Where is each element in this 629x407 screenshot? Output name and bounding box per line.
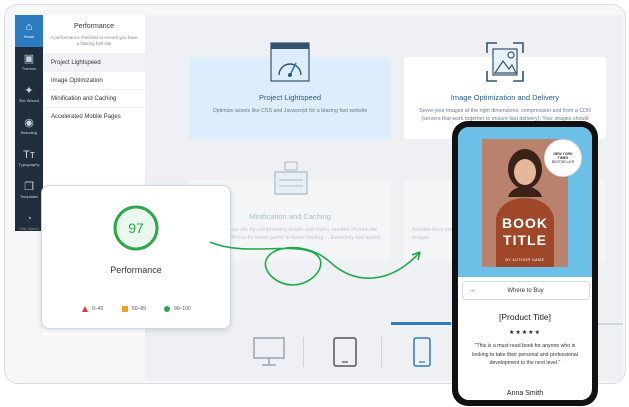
- badge-line3: BESTSELLER: [551, 160, 575, 164]
- phone-preview: BOOK TITLE BY AUTHOR NAME NEW YORK TIMES…: [452, 121, 598, 406]
- bestseller-badge: NEW YORK TIMES BESTSELLER: [544, 139, 582, 177]
- where-to-buy-button[interactable]: → Where to Buy: [462, 281, 590, 300]
- book-author: BY AUTHOR NAME: [505, 258, 545, 262]
- book-title-line2: TITLE: [503, 232, 547, 248]
- arrow-right-icon: →: [469, 287, 476, 294]
- review-text: "This is a must-read book for anyone who…: [472, 343, 578, 366]
- review-author: Anna Smith: [506, 390, 544, 397]
- book-title-line1: BOOK: [502, 215, 548, 231]
- review-title: [Product Title]: [499, 312, 551, 322]
- where-to-buy-label: Where to Buy: [507, 287, 544, 294]
- review-stars: ★★★★★: [509, 330, 541, 336]
- review-card: [Product Title] ★★★★★ "This is a must-re…: [462, 305, 588, 400]
- phone-screen: BOOK TITLE BY AUTHOR NAME NEW YORK TIMES…: [458, 127, 592, 400]
- book-hero: BOOK TITLE BY AUTHOR NAME NEW YORK TIMES…: [458, 127, 592, 277]
